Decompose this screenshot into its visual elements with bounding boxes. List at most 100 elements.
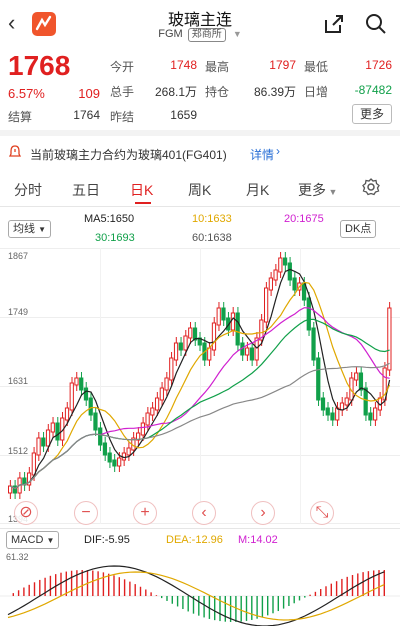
candle-body	[83, 387, 89, 401]
chevron-down-icon[interactable]: ▼	[233, 29, 242, 39]
fullscreen-button[interactable]: ⤡	[310, 501, 334, 525]
candle-body	[249, 347, 255, 361]
header: ‹ 玻璃主连 FGM 郑商所 ▼	[0, 0, 400, 50]
y-axis-label: 1631	[8, 376, 29, 386]
notice-text: 当前玻璃主力合约为玻璃401(FG401)	[30, 148, 227, 162]
tab-more-label: 更多	[298, 182, 326, 198]
more-button[interactable]: 更多	[352, 104, 392, 124]
candle-body	[74, 377, 79, 386]
y-axis-label: 1749	[8, 307, 29, 317]
tab-underline	[135, 202, 151, 204]
tab-weekly-k[interactable]: 周K	[188, 180, 211, 200]
macd-select[interactable]: MACD ▼	[6, 531, 60, 549]
candle-body	[368, 412, 373, 421]
gear-icon[interactable]	[362, 178, 380, 199]
candle-body	[264, 287, 269, 323]
divider	[0, 206, 400, 207]
candle-body	[245, 347, 250, 356]
prev-settle-value: 1659	[170, 108, 197, 122]
candle-body	[154, 397, 160, 411]
macd-chart[interactable]	[0, 548, 400, 626]
candle-body	[311, 327, 316, 361]
candle-body	[282, 257, 288, 266]
last-price: 1768	[8, 50, 71, 81]
candle-body	[12, 485, 17, 494]
tab-daily-k[interactable]: 日K	[130, 180, 153, 200]
share-icon[interactable]	[322, 12, 346, 41]
y-axis-label: 1512	[8, 446, 29, 456]
candle-body	[36, 437, 41, 456]
zoom-in-button[interactable]: +	[133, 501, 157, 525]
candle-body	[102, 442, 108, 456]
field-label: 最高	[205, 60, 230, 74]
candle-body	[183, 335, 188, 351]
search-icon[interactable]	[364, 12, 388, 41]
candle-body	[268, 277, 273, 291]
tab-monthly-k[interactable]: 月K	[246, 180, 269, 200]
candle-body	[31, 452, 36, 476]
candle-body	[273, 269, 278, 281]
candle-body	[140, 422, 145, 436]
field-label: 日增	[304, 85, 329, 99]
candle-body	[292, 277, 297, 291]
zoom-out-button[interactable]: −	[74, 501, 98, 525]
candle-body	[373, 407, 378, 421]
field-label: 今开	[110, 60, 135, 74]
candle-body	[178, 342, 183, 351]
candle-body	[354, 372, 359, 381]
candle-body	[211, 322, 217, 351]
ma60-label: 60:1638	[192, 232, 232, 244]
field-label: 最低	[304, 60, 329, 74]
prev-settle-label: 昨结	[110, 110, 135, 124]
tab-five-day[interactable]: 五日	[72, 180, 100, 200]
candle-body	[164, 377, 169, 391]
tab-more[interactable]: 更多 ▼	[298, 180, 337, 200]
ma10-label: 10:1633	[192, 213, 232, 225]
high-value: 1797	[269, 58, 296, 72]
candle-body	[330, 412, 335, 421]
candle-body	[169, 357, 174, 381]
candle-body	[88, 397, 93, 416]
daily-increase-value: -87482	[354, 83, 392, 97]
candle-body	[363, 387, 368, 416]
settle-label: 结算	[8, 110, 33, 124]
candle-body	[50, 422, 55, 433]
change-value: 109	[78, 86, 100, 101]
candle-body	[93, 412, 98, 431]
candle-body	[306, 297, 311, 331]
candle-body	[278, 257, 283, 273]
scroll-left-button[interactable]: ‹	[192, 501, 216, 525]
contract-code: FGM	[158, 28, 183, 40]
open-interest-value: 86.39万	[253, 85, 296, 99]
change-percent: 6.57%	[8, 86, 45, 101]
kline-chart[interactable]	[0, 248, 400, 524]
low-value: 1726	[365, 58, 392, 72]
candle-body	[107, 452, 112, 463]
candle-body	[216, 307, 221, 326]
field-label: 持仓	[205, 85, 230, 99]
period-select[interactable]: DK点	[340, 220, 377, 238]
candle-body	[344, 397, 349, 406]
indicator-select[interactable]: 均线 ▼	[8, 220, 51, 238]
ma30-label: 30:1693	[95, 232, 135, 244]
ma5-label: MA5:1650	[84, 213, 135, 225]
notice-link[interactable]: 详情	[250, 146, 274, 163]
candle-body	[159, 387, 164, 401]
candle-body	[126, 447, 131, 456]
candle-body	[55, 422, 60, 441]
exchange-tag: 郑商所	[187, 28, 226, 42]
period-select-label: DK点	[345, 223, 372, 235]
reset-icon[interactable]: ⊘	[14, 501, 38, 525]
candle-body	[335, 407, 340, 421]
field-label: 总手	[110, 85, 135, 99]
scroll-right-button[interactable]: ›	[251, 501, 275, 525]
notice-bar[interactable]: 当前玻璃主力合约为玻璃401(FG401) 详情 ›	[0, 140, 400, 166]
divider	[0, 528, 400, 529]
candle-body	[325, 407, 330, 416]
indicator-select-label: 均线	[13, 223, 35, 235]
candle-body	[117, 457, 122, 467]
candle-body	[287, 262, 292, 281]
chevron-right-icon[interactable]: ›	[276, 144, 280, 158]
tab-intraday[interactable]: 分时	[14, 180, 42, 200]
candle-body	[221, 307, 226, 321]
